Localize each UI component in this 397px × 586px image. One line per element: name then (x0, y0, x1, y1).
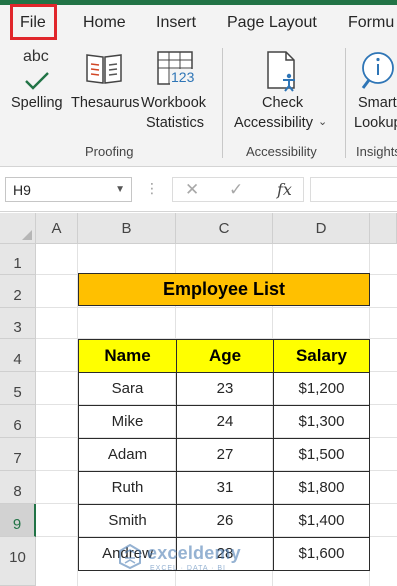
table-cell-age[interactable]: 27 (177, 439, 274, 472)
name-box-value: H9 (13, 182, 31, 198)
header-age[interactable]: Age (177, 340, 274, 373)
row-header-6[interactable]: 6 (0, 405, 36, 438)
formula-input[interactable] (310, 177, 397, 202)
column-header-e[interactable] (370, 213, 397, 244)
name-box[interactable]: H9 ▼ (5, 177, 132, 202)
ribbon-review: abc Spelling Thesaurus 123 Workbook Stat… (0, 42, 397, 167)
table-cell-salary[interactable]: $1,500 (274, 439, 370, 472)
select-all-triangle-icon (22, 230, 32, 240)
proofing-group-label: Proofing (85, 144, 134, 159)
sheet-title-cell[interactable]: Employee List (78, 273, 370, 306)
smart-lookup-line1: Smart (358, 95, 397, 111)
header-name[interactable]: Name (79, 340, 177, 373)
formula-buttons: ✕ ✓ fx (172, 177, 304, 202)
group-divider (345, 48, 346, 158)
tab-home[interactable]: Home (83, 14, 126, 32)
formula-bar: H9 ▼ ⋮ ✕ ✓ fx (0, 168, 397, 212)
tab-page-layout[interactable]: Page Layout (227, 14, 317, 32)
tab-insert[interactable]: Insert (156, 14, 196, 32)
file-tab-highlight (10, 4, 57, 40)
spelling-label: Spelling (11, 95, 63, 111)
table-cell-salary[interactable]: $1,200 (274, 373, 370, 406)
gridline (36, 307, 397, 308)
workbook-label-line2: Statistics (146, 115, 205, 131)
table-cell-name[interactable]: Adam (79, 439, 177, 472)
table-cell-age[interactable]: 24 (177, 406, 274, 439)
cancel-icon[interactable]: ✕ (185, 180, 199, 200)
accessibility-icon (264, 50, 304, 92)
column-header-d[interactable]: D (273, 213, 370, 244)
check-accessibility-line1: Check (262, 95, 304, 111)
table-cell-age[interactable]: 26 (177, 505, 274, 538)
insert-function-icon[interactable]: fx (277, 180, 292, 199)
ribbon-tabs: File Home Insert Page Layout Formu (0, 5, 397, 42)
thesaurus-icon (84, 52, 124, 86)
row-header-2[interactable]: 2 (0, 275, 36, 308)
row-header-1[interactable]: 1 (0, 244, 36, 275)
workbook-statistics-icon: 123 (156, 50, 196, 90)
table-cell-name[interactable]: Mike (79, 406, 177, 439)
employee-table: Name Age Salary Sara 23 $1,200 Mike 24 $… (78, 339, 370, 571)
resize-handle-icon[interactable]: ⋮ (145, 180, 159, 197)
check-accessibility-line2: Accessibility (234, 115, 313, 131)
table-cell-age[interactable]: 23 (177, 373, 274, 406)
chevron-down-icon[interactable]: ⌄ (318, 115, 327, 128)
accessibility-group-label: Accessibility (246, 144, 317, 159)
row-header-5[interactable]: 5 (0, 372, 36, 405)
spelling-icon: abc (20, 48, 60, 94)
column-header-c[interactable]: C (176, 213, 273, 244)
table-cell-salary[interactable]: $1,800 (274, 472, 370, 505)
row-header-4[interactable]: 4 (0, 339, 36, 372)
tab-formulas[interactable]: Formu (348, 14, 394, 32)
row-header-9[interactable]: 9 (0, 504, 36, 537)
header-salary[interactable]: Salary (274, 340, 370, 373)
chevron-down-icon[interactable]: ▼ (115, 184, 125, 195)
column-header-a[interactable]: A (36, 213, 78, 244)
worksheet-grid[interactable]: A B C D 1 2 3 4 5 6 7 8 9 10 Employee Li… (0, 213, 397, 586)
table-cell-salary[interactable]: $1,600 (274, 538, 370, 571)
column-header-b[interactable]: B (78, 213, 176, 244)
table-cell-name[interactable]: Sara (79, 373, 177, 406)
table-cell-age[interactable]: 31 (177, 472, 274, 505)
table-cell-name[interactable]: Ruth (79, 472, 177, 505)
group-divider (222, 48, 223, 158)
row-header-3[interactable]: 3 (0, 308, 36, 339)
table-cell-name[interactable]: Smith (79, 505, 177, 538)
enter-check-icon[interactable]: ✓ (229, 180, 243, 200)
table-cell-salary[interactable]: $1,300 (274, 406, 370, 439)
exceldemy-logo-icon (119, 543, 141, 569)
row-header-8[interactable]: 8 (0, 471, 36, 504)
insights-group-label: Insights (356, 144, 397, 159)
exceldemy-watermark: exceldemy EXCEL · DATA · BI (117, 543, 277, 577)
watermark-tagline: EXCEL · DATA · BI (150, 565, 226, 572)
watermark-name: exceldemy (147, 543, 241, 563)
row-header-7[interactable]: 7 (0, 438, 36, 471)
select-all-button[interactable] (0, 213, 36, 244)
row-header-10[interactable]: 10 (0, 537, 36, 586)
thesaurus-label: Thesaurus (71, 95, 140, 111)
smart-lookup-line2: Lookup (354, 115, 397, 131)
table-cell-salary[interactable]: $1,400 (274, 505, 370, 538)
smart-lookup-icon (358, 50, 397, 92)
workbook-label-line1: Workbook (141, 95, 207, 111)
